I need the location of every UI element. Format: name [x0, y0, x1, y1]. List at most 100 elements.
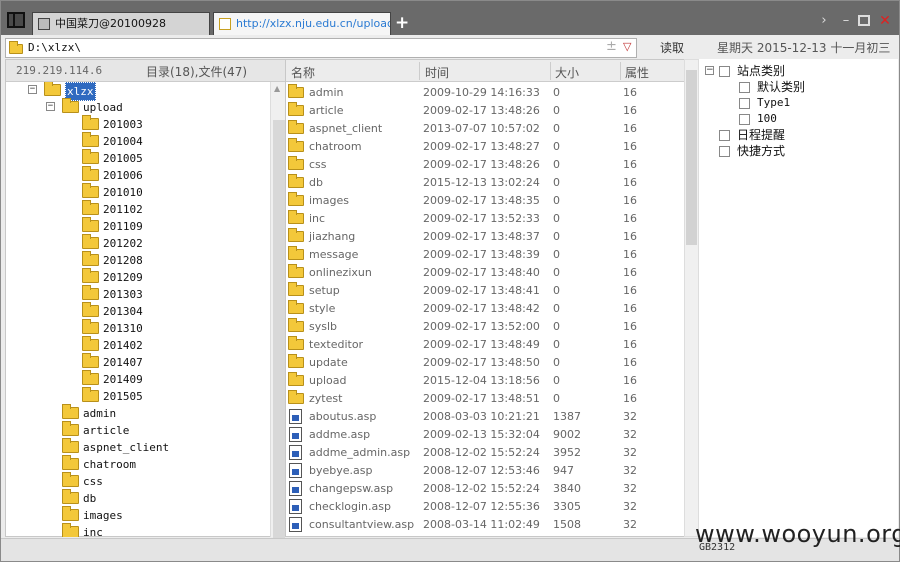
file-row[interactable]: upload 2015-12-04 13:18:56 0 16 [286, 372, 684, 390]
file-name: chatroom [309, 140, 362, 153]
file-size: 3840 [553, 482, 581, 495]
scroll-thumb[interactable] [273, 120, 285, 560]
folder-icon [82, 200, 99, 215]
file-row[interactable]: inc 2009-02-17 13:52:33 0 16 [286, 210, 684, 228]
folder-icon [62, 489, 79, 504]
file-time: 2009-02-17 13:48:39 [423, 248, 540, 261]
folder-icon [288, 138, 304, 152]
file-row[interactable]: addme_admin.asp 2008-12-02 15:52:24 3952 32 [286, 444, 684, 462]
folder-icon [288, 354, 304, 368]
file-row[interactable]: setup 2009-02-17 13:48:41 0 16 [286, 282, 684, 300]
file-row[interactable]: checklogin.asp 2008-12-07 12:55:36 3305 32 [286, 498, 684, 516]
app-icon[interactable] [7, 12, 25, 28]
server-ip: 219.219.114.6 [16, 64, 103, 77]
tab-xlzx-site[interactable]: http://xlzx.nju.edu.cn/upload... [213, 12, 391, 35]
file-row[interactable]: message 2009-02-17 13:48:39 0 16 [286, 246, 684, 264]
site-tree-label: Type1 [757, 96, 791, 109]
address-bar[interactable]: D:\xlzx\ ± ▽ [5, 38, 637, 58]
page-icon [38, 18, 50, 30]
file-row[interactable]: css 2009-02-17 13:48:26 0 16 [286, 156, 684, 174]
expander-icon[interactable]: − [46, 102, 55, 111]
tree-node-label: inc [83, 526, 103, 537]
file-row[interactable]: onlinezixun 2009-02-17 13:48:40 0 16 [286, 264, 684, 282]
file-time: 2008-03-14 11:02:49 [423, 518, 540, 531]
scroll-up-icon[interactable]: ▲ [274, 84, 280, 93]
tree-header: 219.219.114.6 目录(18),文件(47) [6, 60, 286, 82]
column-divider[interactable] [419, 62, 420, 80]
file-row[interactable]: images 2009-02-17 13:48:35 0 16 [286, 192, 684, 210]
tab-bar: 中国菜刀@20100928 http://xlzx.nju.edu.cn/upl… [1, 1, 899, 35]
file-row[interactable]: zytest 2009-02-17 13:48:51 0 16 [286, 390, 684, 408]
site-tree-label: 默认类别 [757, 80, 806, 94]
asp-file-icon [289, 445, 302, 460]
file-row[interactable]: consultantview.asp 2008-03-14 11:02:49 150… [286, 516, 684, 534]
file-size: 0 [553, 86, 560, 99]
file-attr: 16 [623, 284, 637, 297]
tree-node-label: aspnet_client [83, 441, 170, 454]
minimize-button[interactable]: – [839, 14, 853, 28]
file-row[interactable]: article 2009-02-17 13:48:26 0 16 [286, 102, 684, 120]
file-time: 2009-02-13 15:32:04 [423, 428, 540, 441]
column-divider[interactable] [550, 62, 551, 80]
folder-icon [82, 370, 99, 385]
file-size: 0 [553, 104, 560, 117]
folder-icon [82, 268, 99, 283]
file-row[interactable]: aboutus.asp 2008-03-03 10:21:21 1387 32 [286, 408, 684, 426]
plus-minus-icon[interactable]: ± [606, 39, 617, 54]
file-name: jiazhang [309, 230, 356, 243]
file-row[interactable]: jiazhang 2009-02-17 13:48:37 0 16 [286, 228, 684, 246]
file-row[interactable]: style 2009-02-17 13:48:42 0 16 [286, 300, 684, 318]
file-row[interactable]: update 2009-02-17 13:48:50 0 16 [286, 354, 684, 372]
folder-icon [288, 102, 304, 116]
file-row[interactable]: changepsw.asp 2008-12-02 15:52:24 3840 32 [286, 480, 684, 498]
tree-node-label: images [83, 509, 123, 522]
column-time[interactable]: 时间 [425, 64, 449, 81]
file-row[interactable]: syslb 2009-02-17 13:52:00 0 16 [286, 318, 684, 336]
file-list: admin 2009-10-29 14:16:33 0 16 article 2009-0… [286, 84, 684, 536]
close-button[interactable]: ✕ [878, 14, 892, 28]
file-size: 0 [553, 266, 560, 279]
folder-icon [288, 246, 304, 260]
chevron-down-icon[interactable]: ▽ [623, 40, 631, 53]
tree-scrollbar[interactable]: ▲ [270, 82, 286, 560]
file-row[interactable]: admin 2009-10-29 14:16:33 0 16 [286, 84, 684, 102]
expander-icon[interactable]: − [705, 66, 714, 75]
tree-node-label: 201402 [103, 339, 143, 352]
file-time: 2015-12-13 13:02:24 [423, 176, 540, 189]
chevron-right-icon[interactable]: › [817, 14, 831, 28]
column-attr[interactable]: 属性 [625, 64, 649, 81]
file-row[interactable]: chatroom 2009-02-17 13:48:27 0 16 [286, 138, 684, 156]
file-row[interactable]: addme.asp 2009-02-13 15:32:04 9002 32 [286, 426, 684, 444]
file-row[interactable]: db 2015-12-13 13:02:24 0 16 [286, 174, 684, 192]
file-time: 2009-02-17 13:48:35 [423, 194, 540, 207]
column-size[interactable]: 大小 [555, 64, 579, 81]
file-size: 3305 [553, 500, 581, 513]
maximize-button[interactable] [858, 15, 870, 26]
column-divider[interactable] [620, 62, 621, 80]
schedule-icon [719, 130, 730, 141]
expander-icon[interactable]: − [28, 85, 37, 94]
file-row[interactable]: texteditor 2009-02-17 13:48:49 0 16 [286, 336, 684, 354]
read-button[interactable]: 读取 [644, 38, 700, 58]
folder-icon [82, 353, 99, 368]
address-input[interactable]: D:\xlzx\ [28, 41, 81, 54]
file-name: update [309, 356, 348, 369]
asp-file-icon [289, 517, 302, 532]
file-attr: 16 [623, 176, 637, 189]
file-list-header: 名称 时间 大小 属性 [286, 60, 684, 82]
tab-caidao[interactable]: 中国菜刀@20100928 [32, 12, 210, 35]
file-size: 0 [553, 230, 560, 243]
tree-node-label: 201310 [103, 322, 143, 335]
file-list-scrollbar[interactable] [684, 59, 699, 537]
file-attr: 32 [623, 446, 637, 459]
tree-node-label: 201208 [103, 254, 143, 267]
folder-icon [82, 319, 99, 334]
new-tab-button[interactable]: + [395, 13, 409, 33]
file-name: aboutus.asp [309, 410, 377, 423]
column-name[interactable]: 名称 [291, 64, 315, 81]
file-row[interactable]: aspnet_client 2013-07-07 10:57:02 0 16 [286, 120, 684, 138]
scroll-thumb[interactable] [686, 70, 697, 245]
file-row[interactable]: byebye.asp 2008-12-07 12:53:46 947 32 [286, 462, 684, 480]
file-attr: 16 [623, 194, 637, 207]
folder-icon [288, 282, 304, 296]
